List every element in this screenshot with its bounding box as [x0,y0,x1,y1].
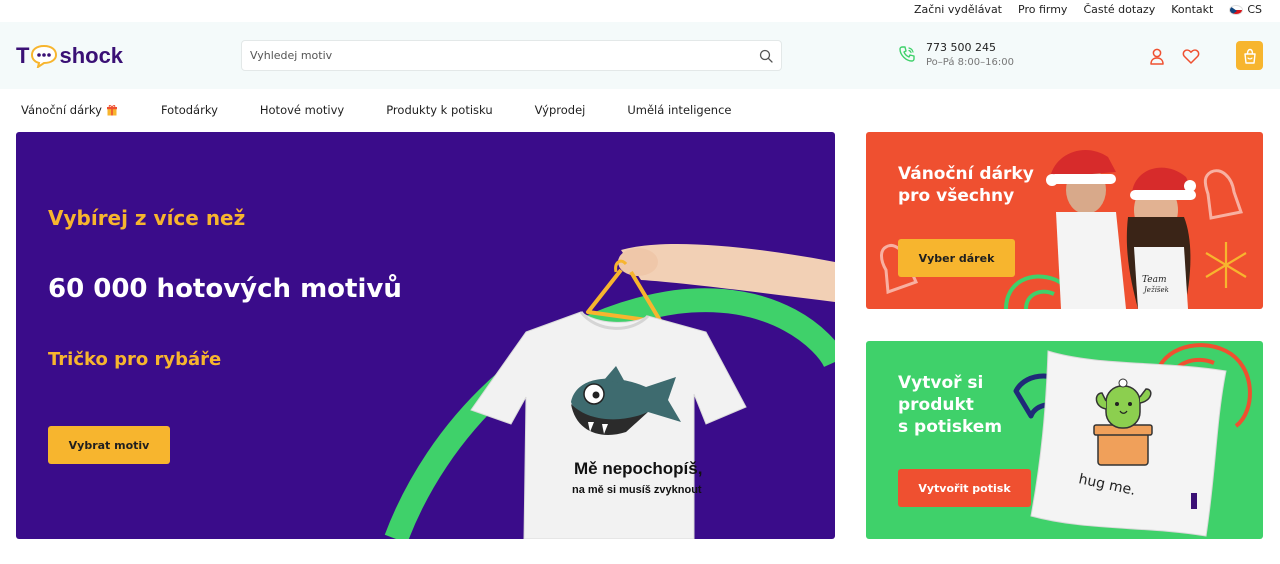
promo-christmas[interactable]: Team Ježíšek Vánoční dárky pro všechny V… [866,132,1263,309]
topbar-link-business[interactable]: Pro firmy [1018,3,1067,16]
nav-item-print-products[interactable]: Produkty k potisku [386,103,492,117]
nav-item-ready-designs[interactable]: Hotové motivy [260,103,344,117]
shirt-text-team: Team [1142,275,1167,285]
promo-christmas-title: Vánoční dárky pro všechny [898,163,1068,207]
nav-item-label: Vánoční dárky [21,103,102,117]
user-icon[interactable] [1148,47,1166,65]
search-input[interactable] [242,41,742,70]
nav-item-christmas-gifts[interactable]: Vánoční dárky [21,103,118,117]
czech-flag-icon [1229,4,1244,15]
topbar-link-contact[interactable]: Kontakt [1171,3,1213,16]
hero-title: 60 000 hotových motivů [48,274,402,304]
promo-print-title-line1: Vytvoř si [898,373,984,393]
topbar-link-earn[interactable]: Začni vydělávat [914,3,1002,16]
hero-subtitle: Tričko pro rybáře [48,349,222,370]
hero-banner[interactable]: Vybírej z více než 60 000 hotových motiv… [16,132,835,539]
promo-print[interactable]: hug me. Vytvoř si produkt s potiskem Vyt… [866,341,1263,539]
shopping-bag-icon [1243,48,1256,64]
phone-contact[interactable]: 773 500 245 Po–Pá 8:00–16:00 [898,40,1014,70]
main-navigation: Vánoční dárky Fotodárky Hotové motivy Pr… [0,89,1280,131]
bell-icon [1203,169,1243,220]
hero-pretitle: Vybírej z více než [48,206,246,230]
couple-photo: Team Ježíšek [1046,149,1196,309]
top-utility-bar: Začni vydělávat Pro firmy Časté dotazy K… [0,0,1280,22]
search-icon[interactable] [759,49,773,63]
phone-icon [899,46,915,62]
opening-hours: Po–Pá 8:00–16:00 [926,57,1014,68]
shirt-print-line2: na mě si musíš zvyknout [572,484,702,496]
nav-item-photo-gifts[interactable]: Fotodárky [161,103,218,117]
shirt-text-jezisek: Ježíšek [1142,286,1169,294]
language-label: CS [1247,3,1262,16]
promo-print-title-line2: produkt [898,395,974,415]
language-switcher[interactable]: CS [1229,3,1262,16]
speech-bubble-logo-icon [31,44,58,68]
christmas-decoration: Team Ježíšek [880,149,1247,309]
topbar-links: Začni vydělávat Pro firmy Časté dotazy K… [914,3,1262,16]
shirt-print-line1: Mě nepochopíš, [574,459,702,478]
nav-item-ai[interactable]: Umělá inteligence [627,103,731,117]
choose-gift-button[interactable]: Vyber dárek [898,239,1015,277]
nav-item-sale[interactable]: Výprodej [535,103,586,117]
create-print-button[interactable]: Vytvořit potisk [898,469,1031,507]
promo-christmas-title-line2: pro všechny [898,186,1015,206]
gift-icon [106,105,117,116]
tshirt-illustration: Mě nepochopíš, na mě si musíš zvyknout [384,243,835,539]
promo-print-title: Vytvoř si produkt s potiskem [898,372,1068,438]
logo[interactable]: T shock [16,38,123,74]
logo-text-shock: shock [59,43,124,68]
choose-design-button[interactable]: Vybrat motiv [48,426,170,464]
topbar-link-faq[interactable]: Časté dotazy [1083,3,1155,16]
snowflake-icon [1205,242,1247,288]
logo-text-t: T [16,43,30,68]
cart-button[interactable] [1236,41,1263,70]
phone-number: 773 500 245 [926,41,996,54]
phone-text: 773 500 245 Po–Pá 8:00–16:00 [926,40,1014,70]
heart-icon[interactable] [1182,47,1200,65]
print-decoration: hug me. [1013,343,1252,537]
site-header: T shock 773 500 245 Po–Pá 8:00–16:00 [0,22,1280,89]
promo-christmas-title-line1: Vánoční dárky [898,164,1034,184]
search-box [241,40,782,71]
promo-print-title-line3: s potiskem [898,417,1003,437]
